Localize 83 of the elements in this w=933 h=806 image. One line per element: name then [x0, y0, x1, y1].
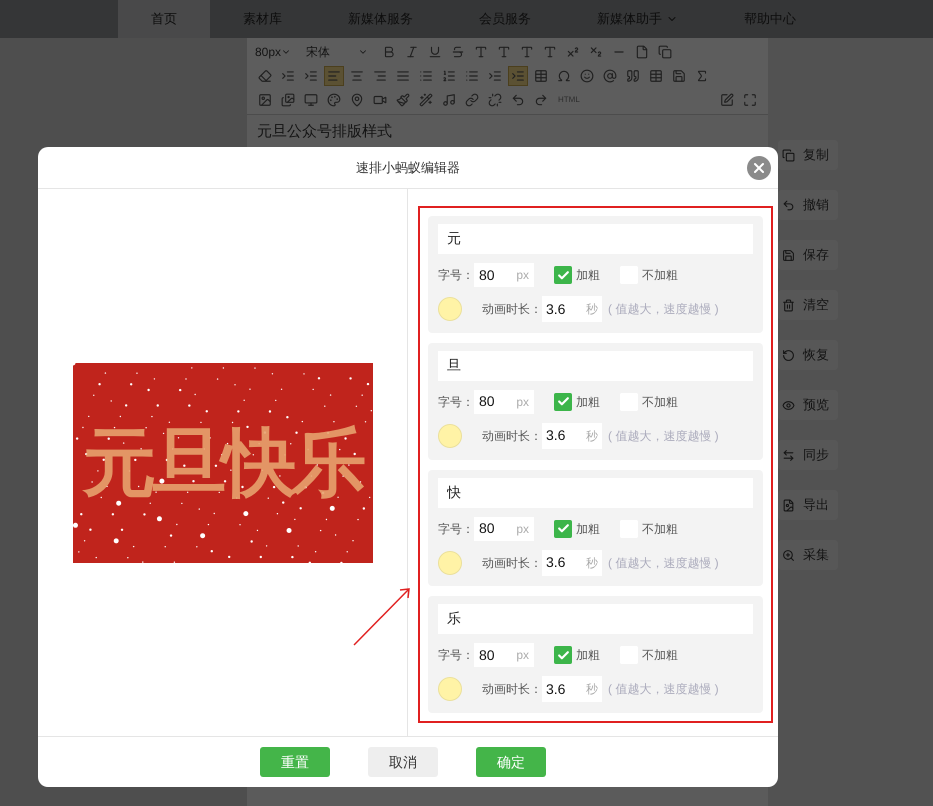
color-swatch[interactable] [438, 424, 462, 448]
side-button-icon [782, 448, 795, 462]
font-size-select[interactable]: 80px [255, 43, 303, 61]
side-button[interactable]: 清空 [778, 290, 838, 320]
side-button[interactable]: 同步 [778, 440, 838, 470]
checkbox-label: 不加粗 [642, 520, 678, 538]
side-button-icon [782, 348, 795, 362]
side-button[interactable]: 撤销 [778, 190, 838, 220]
check-icon [556, 268, 570, 282]
hint-text: ( 值越大，速度越慢 ) [608, 554, 719, 572]
checkbox-label: 加粗 [576, 267, 600, 284]
checkbox-label: 加粗 [576, 520, 600, 538]
editor-text: 元旦公众号排版样式 [256, 122, 393, 141]
unit-label: px [516, 267, 529, 284]
color-swatch[interactable] [438, 297, 462, 321]
duration-label: 动画时长： [482, 681, 542, 698]
checkbox-label: 不加粗 [642, 647, 678, 664]
size-field[interactable]: 80 px [474, 643, 534, 668]
side-button-icon [782, 548, 795, 562]
unit-label: 秒 [586, 428, 598, 445]
color-swatch[interactable] [438, 550, 462, 574]
size-label: 字号： [438, 520, 474, 538]
checkbox[interactable] [554, 646, 572, 664]
check-icon [556, 648, 570, 662]
side-button[interactable]: 保存 [778, 240, 838, 270]
duration-field[interactable]: 3.6 秒 [542, 296, 602, 322]
checkbox-label: 加粗 [576, 394, 600, 411]
dialog-title: 速排小蚂蚁编辑器 [356, 158, 460, 177]
dialog-button[interactable]: 确定 [476, 747, 546, 777]
checkbox[interactable] [554, 266, 572, 284]
duration-field[interactable]: 3.6 秒 [542, 422, 602, 449]
toolbar-icon[interactable] [508, 66, 528, 86]
checkbox-label: 不加粗 [642, 394, 678, 411]
side-button[interactable]: 预览 [778, 390, 838, 420]
duration-label: 动画时长： [482, 301, 542, 318]
size-label: 字号： [438, 647, 474, 664]
duration-field[interactable]: 3.6 秒 [542, 550, 602, 576]
side-button-icon [782, 498, 795, 512]
unit-label: px [516, 520, 529, 538]
side-button-icon [782, 198, 795, 212]
char-input[interactable]: 旦 [438, 350, 753, 381]
close-icon [751, 160, 767, 176]
check-icon [556, 522, 570, 535]
unit-label: 秒 [586, 681, 598, 698]
arrow-drawing [352, 585, 412, 647]
preview-text: 元旦快乐 [82, 426, 362, 500]
check-icon [556, 395, 570, 408]
color-swatch[interactable] [438, 677, 462, 702]
unit-label: 秒 [586, 554, 598, 572]
font-family-select[interactable]: 宋体 [306, 43, 376, 61]
checkbox-label: 不加粗 [642, 267, 678, 284]
side-button[interactable]: 采集 [778, 540, 838, 570]
size-field[interactable]: 80 px [474, 263, 534, 287]
checkbox-label: 加粗 [576, 647, 600, 664]
dialog-button[interactable]: 重置 [260, 747, 330, 777]
hint-text: ( 值越大，速度越慢 ) [608, 428, 719, 445]
size-field[interactable]: 80 px [474, 390, 534, 414]
close-button[interactable] [747, 156, 771, 180]
char-input[interactable]: 乐 [438, 604, 753, 634]
side-button-icon [782, 398, 795, 412]
size-label: 字号： [438, 394, 474, 411]
side-button-icon [782, 298, 795, 312]
duration-label: 动画时长： [482, 428, 542, 445]
side-button[interactable]: 复制 [778, 140, 838, 170]
size-field[interactable]: 80 px [474, 516, 534, 540]
side-button[interactable]: 导出 [778, 490, 838, 520]
toolbar-icon[interactable] [324, 66, 344, 86]
hint-text: ( 值越大，速度越慢 ) [608, 301, 719, 318]
hint-text: ( 值越大，速度越慢 ) [608, 681, 719, 698]
size-label: 字号： [438, 267, 474, 284]
side-button[interactable]: 恢复 [778, 340, 838, 370]
side-button-icon [782, 248, 795, 262]
dialog-button[interactable]: 取消 [368, 747, 438, 777]
checkbox[interactable] [554, 520, 572, 538]
char-input[interactable]: 元 [438, 224, 753, 254]
unit-label: px [516, 647, 529, 664]
side-button-icon [782, 148, 795, 162]
unit-label: px [516, 394, 529, 411]
nav-tab[interactable]: 首页 [118, 0, 210, 38]
duration-field[interactable]: 3.6 秒 [542, 676, 602, 702]
duration-label: 动画时长： [482, 554, 542, 572]
checkbox[interactable] [554, 392, 572, 411]
unit-label: 秒 [586, 301, 598, 318]
